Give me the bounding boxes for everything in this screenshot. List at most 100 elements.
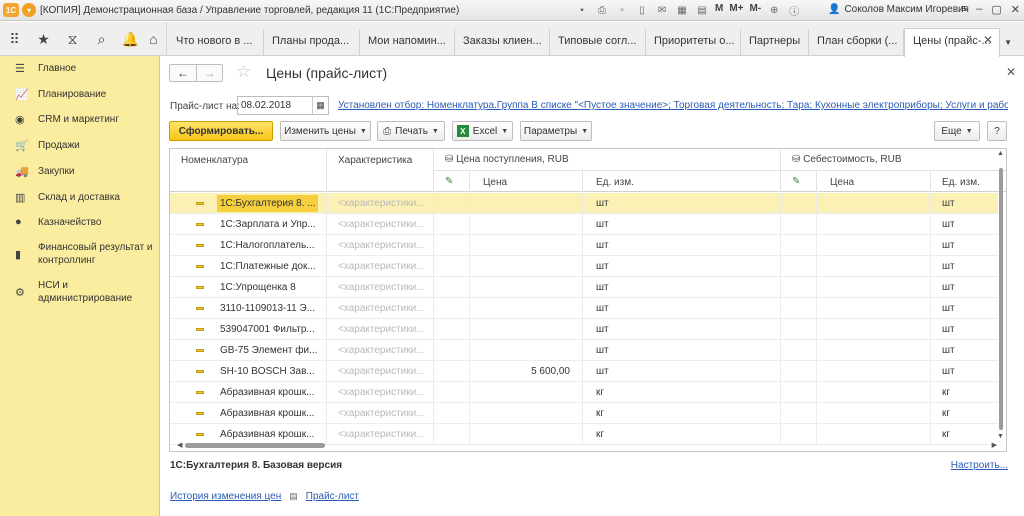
minimize-icon[interactable]: –	[976, 3, 982, 16]
cell-unit-1[interactable]: шт	[596, 282, 656, 293]
print-icon[interactable]: ⎙	[595, 3, 609, 17]
close-form-icon[interactable]: ✕	[1006, 65, 1016, 79]
maximize-icon[interactable]: ▢	[991, 3, 1001, 16]
apps-grid-icon[interactable]: ⠿	[0, 22, 29, 56]
scroll-thumb[interactable]	[999, 168, 1003, 430]
cell-unit-2[interactable]: шт	[942, 240, 992, 251]
favorites-star-icon[interactable]: ★	[29, 22, 58, 56]
back-arrow-icon[interactable]: ←	[170, 65, 196, 81]
cell-unit-2[interactable]: шт	[942, 324, 992, 335]
cell-price-1[interactable]: 5 600,00	[470, 366, 570, 377]
cell-characteristic[interactable]: <характеристики...	[338, 366, 430, 377]
scroll-up-icon[interactable]: ▲	[997, 150, 1004, 157]
cell-unit-1[interactable]: кг	[596, 387, 656, 398]
cell-unit-2[interactable]: шт	[942, 345, 992, 356]
cell-unit-1[interactable]: кг	[596, 429, 656, 440]
setup-link[interactable]: Настроить...	[951, 460, 1008, 471]
generate-button[interactable]: Сформировать...	[169, 121, 273, 141]
vertical-scrollbar[interactable]: ▲ ▼	[997, 150, 1005, 440]
price-history-link[interactable]: История изменения цен	[170, 491, 281, 502]
cell-unit-1[interactable]: шт	[596, 366, 656, 377]
tab-partners[interactable]: Партнеры	[741, 29, 809, 56]
cell-characteristic[interactable]: <характеристики...	[338, 261, 430, 272]
scroll-right-icon[interactable]: ▶	[992, 441, 997, 449]
print-button[interactable]: ⎙ Печать ▼	[377, 121, 445, 141]
horizontal-scrollbar[interactable]: ◀ ▶	[177, 442, 997, 450]
edit-pencil-icon[interactable]: ✎	[445, 176, 453, 187]
price-list-date-field[interactable]: 08.02.2018 ▦	[237, 96, 329, 115]
forward-arrow-icon[interactable]: →	[195, 65, 222, 81]
bookmark-icon[interactable]: ▯	[635, 3, 649, 17]
filter-link[interactable]: Установлен отбор: Номенклатура.Группа В …	[338, 100, 1008, 111]
header-characteristic[interactable]: Характеристика	[338, 155, 412, 166]
edit-pencil-icon[interactable]: ✎	[792, 176, 800, 187]
info-icon[interactable]: ⓘ	[787, 3, 801, 18]
table-row[interactable]: GB-75 Элемент фи... <характеристики... шт ш…	[170, 340, 998, 361]
tab-close-icon[interactable]: ✕	[983, 33, 993, 47]
tab-sales-plans[interactable]: Планы прода...	[264, 29, 360, 56]
cell-unit-2[interactable]: шт	[942, 261, 992, 272]
sidebar-item-planning[interactable]: 📈 Планирование	[0, 88, 160, 101]
cell-characteristic[interactable]: <характеристики...	[338, 387, 430, 398]
cell-nomenclature[interactable]: 539047001 Фильтр...	[220, 324, 320, 335]
cell-characteristic[interactable]: <характеристики...	[338, 282, 430, 293]
home-icon[interactable]: ⌂	[141, 22, 167, 56]
history-icon[interactable]: ⧖	[58, 22, 87, 56]
mail-icon[interactable]: ✉	[655, 3, 669, 17]
cell-unit-1[interactable]: кг	[596, 408, 656, 419]
cell-nomenclature[interactable]: Абразивная крошк...	[220, 408, 320, 419]
cell-characteristic[interactable]: <характеристики...	[338, 240, 430, 251]
table-row[interactable]: 1С:Зарплата и Упр... <характеристики... шт…	[170, 214, 998, 235]
cell-unit-2[interactable]: шт	[942, 219, 992, 230]
memory-m-button[interactable]: M	[715, 3, 723, 17]
sidebar-item-nsi-admin[interactable]: ⚙ НСИ и администрирование	[0, 279, 160, 305]
cell-characteristic[interactable]: <характеристики...	[338, 198, 430, 209]
cell-nomenclature[interactable]: 1С:Бухгалтерия 8. ...	[220, 198, 320, 209]
header-unit-1[interactable]: Ед. изм.	[596, 177, 634, 188]
sidebar-item-main[interactable]: ☰ Главное	[0, 62, 160, 75]
search-icon[interactable]: ⌕	[87, 22, 116, 56]
tab-assembly-plan[interactable]: План сборки (...	[809, 29, 904, 56]
cell-nomenclature[interactable]: 1С:Упрощенка 8	[220, 282, 320, 293]
tab-whats-new[interactable]: Что нового в ...	[168, 29, 264, 56]
memory-minus-button[interactable]: M-	[750, 3, 762, 17]
prices-table[interactable]: Номенклатура Характеристика ⛁ Цена посту…	[169, 148, 1007, 452]
sidebar-item-sales[interactable]: 🛒 Продажи	[0, 139, 160, 152]
cell-unit-1[interactable]: шт	[596, 345, 656, 356]
header-unit-2[interactable]: Ед. изм.	[942, 177, 980, 188]
cell-unit-1[interactable]: шт	[596, 240, 656, 251]
cell-unit-1[interactable]: шт	[596, 261, 656, 272]
table-row[interactable]: 539047001 Фильтр... <характеристики... шт ш…	[170, 319, 998, 340]
table-row[interactable]: Абразивная крошк... <характеристики... кг к…	[170, 403, 998, 424]
table-row[interactable]: 3110-1109013-11 Э... <характеристики... шт…	[170, 298, 998, 319]
cell-characteristic[interactable]: <характеристики...	[338, 408, 430, 419]
cell-unit-1[interactable]: шт	[596, 303, 656, 314]
cell-unit-2[interactable]: кг	[942, 429, 992, 440]
cell-nomenclature[interactable]: 1С:Платежные док...	[220, 261, 320, 272]
cell-nomenclature[interactable]: Абразивная крошк...	[220, 387, 320, 398]
change-prices-button[interactable]: Изменить цены ▼	[280, 121, 371, 141]
disk-icon[interactable]: ▪	[575, 3, 589, 17]
sidebar-item-warehouse[interactable]: ▥ Склад и доставка	[0, 191, 160, 204]
header-price-1[interactable]: Цена	[483, 177, 507, 188]
cell-unit-1[interactable]: шт	[596, 324, 656, 335]
cell-characteristic[interactable]: <характеристики...	[338, 345, 430, 356]
calendar-icon[interactable]: ▦	[675, 3, 689, 17]
sidebar-item-finance[interactable]: ▮ Финансовый результат и контроллинг	[0, 241, 160, 267]
header-price-2[interactable]: Цена	[830, 177, 854, 188]
cell-characteristic[interactable]: <характеристики...	[338, 324, 430, 335]
tabs-more-icon[interactable]: ▼	[1004, 38, 1012, 47]
calculator-icon[interactable]: ▤	[695, 3, 709, 17]
cell-unit-2[interactable]: шт	[942, 303, 992, 314]
cell-nomenclature[interactable]: 3110-1109013-11 Э...	[220, 303, 320, 314]
scroll-down-icon[interactable]: ▼	[997, 433, 1004, 440]
cell-unit-2[interactable]: шт	[942, 366, 992, 377]
cell-characteristic[interactable]: <характеристики...	[338, 303, 430, 314]
sidebar-item-crm[interactable]: ◉ CRM и маркетинг	[0, 113, 160, 126]
cell-characteristic[interactable]: <характеристики...	[338, 429, 430, 440]
header-group-cost-price[interactable]: ⛁ Себестоимость, RUB	[792, 154, 902, 165]
cell-nomenclature[interactable]: Абразивная крошк...	[220, 429, 320, 440]
scroll-thumb[interactable]	[185, 443, 325, 448]
tab-typical-agreements[interactable]: Типовые согл...	[550, 29, 646, 56]
tab-prices-active[interactable]: Цены (прайс-... ✕	[904, 28, 1000, 57]
